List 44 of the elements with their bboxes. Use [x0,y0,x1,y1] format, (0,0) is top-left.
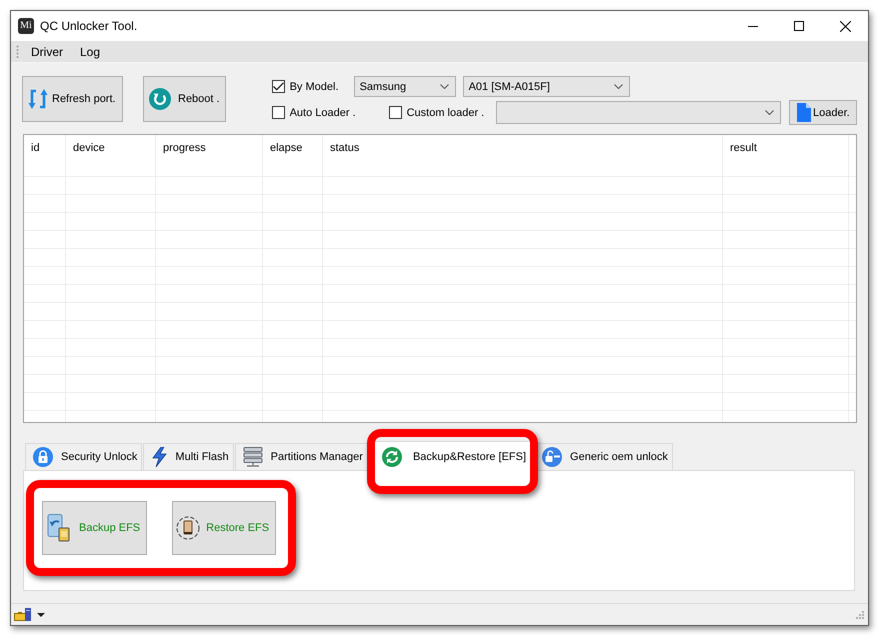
phone-restore-icon [176,516,200,540]
tab[interactable]: Multi Flash [143,443,234,470]
column-header[interactable]: progress [156,135,263,159]
chevron-down-icon [765,110,774,115]
custom-loader-label: Custom loader . [406,106,484,118]
auto-loader-label: Auto Loader . [290,106,356,118]
chevron-down-icon [440,84,449,89]
toolbox-icon[interactable] [14,608,31,621]
brand-dropdown[interactable]: Samsung [354,76,456,97]
document-icon [797,103,811,122]
loader-button[interactable]: Loader. [789,100,857,125]
lightning-icon [151,447,168,467]
reboot-icon [149,88,171,110]
app-logo: Mi [18,18,34,34]
caret-icon[interactable] [37,612,45,616]
column-header[interactable]: id [24,135,66,159]
menu-item[interactable]: Log [76,44,110,58]
checkbox[interactable] [388,106,402,119]
chevron-down-icon [614,84,623,89]
unlocked-padlock-icon [542,447,562,467]
grip-icon [16,45,19,58]
phone-backup-icon [47,514,71,542]
refresh-port-button[interactable]: Refresh port. [22,76,123,122]
model-dropdown[interactable]: A01 [SM-A015F] [462,76,630,97]
sync-icon [382,446,402,466]
column-header[interactable]: device [66,135,156,159]
tab[interactable]: Security Unlock [25,443,142,470]
checkbox[interactable] [272,106,285,119]
column-header[interactable]: status [323,135,723,159]
column-header[interactable]: result [723,135,849,159]
resize-grip-icon[interactable] [856,610,864,618]
column-header[interactable]: elapse [263,135,323,159]
tab[interactable]: Partitions Manager [234,443,368,470]
window-title: QC Unlocker Tool. [40,19,138,33]
maximize-icon [794,21,804,31]
padlock-icon [33,447,53,467]
close-icon [840,20,850,32]
menu-item[interactable]: Driver [27,44,72,58]
by-model-label: By Model. [290,80,339,92]
check-icon [272,82,284,91]
server-stack-icon [242,447,263,467]
refresh-arrows-icon [28,88,48,110]
checkbox[interactable] [272,80,285,93]
reboot-button[interactable]: Reboot . [143,76,226,122]
